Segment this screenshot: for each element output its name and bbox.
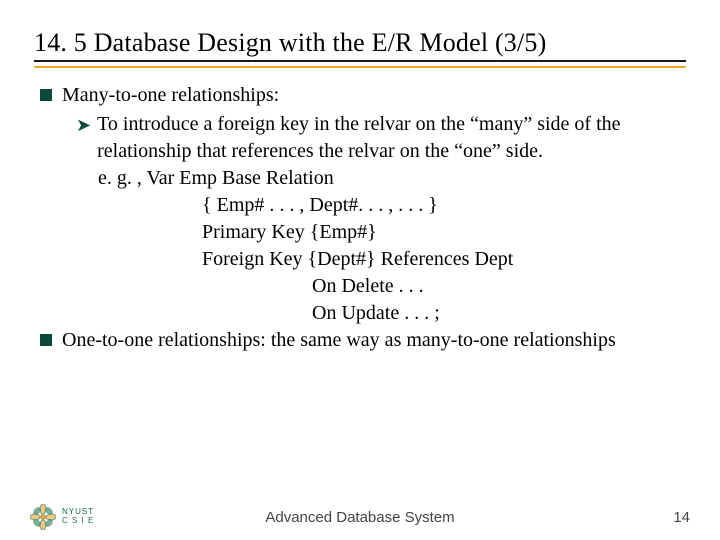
flower-icon xyxy=(30,504,56,530)
bullet-item: Many-to-one relationships: xyxy=(34,82,686,109)
sub-bullet-item: ➤ To introduce a foreign key in the relv… xyxy=(76,111,686,165)
arrow-icon: ➤ xyxy=(76,113,91,137)
sub-bullet-text: To introduce a foreign key in the relvar… xyxy=(97,111,686,165)
square-bullet-icon xyxy=(40,334,52,346)
slide-footer: NYUST C S I E Advanced Database System 1… xyxy=(0,504,720,530)
bullet-item: One-to-one relationships: the same way a… xyxy=(34,327,686,354)
square-bullet-icon xyxy=(40,89,52,101)
logo-text: NYUST C S I E xyxy=(62,508,94,526)
code-line: Primary Key {Emp#} xyxy=(202,219,686,246)
title-underline xyxy=(34,60,686,62)
logo: NYUST C S I E xyxy=(30,504,94,530)
footer-title: Advanced Database System xyxy=(265,509,454,526)
code-line: On Update . . . ; xyxy=(312,300,686,327)
code-line: { Emp# . . . , Dept#. . . , . . . } xyxy=(202,192,686,219)
code-line: Foreign Key {Dept#} References Dept xyxy=(202,246,686,273)
example-line: e. g. , Var Emp Base Relation xyxy=(98,165,686,192)
page-number: 14 xyxy=(673,509,690,526)
logo-text-bottom: C S I E xyxy=(62,517,94,526)
slide-title: 14. 5 Database Design with the E/R Model… xyxy=(34,28,686,58)
bullet-text: Many-to-one relationships: xyxy=(62,82,686,109)
accent-line xyxy=(34,66,686,68)
bullet-text: One-to-one relationships: the same way a… xyxy=(62,327,686,354)
slide-content: Many-to-one relationships: ➤ To introduc… xyxy=(34,82,686,354)
code-line: On Delete . . . xyxy=(312,273,686,300)
